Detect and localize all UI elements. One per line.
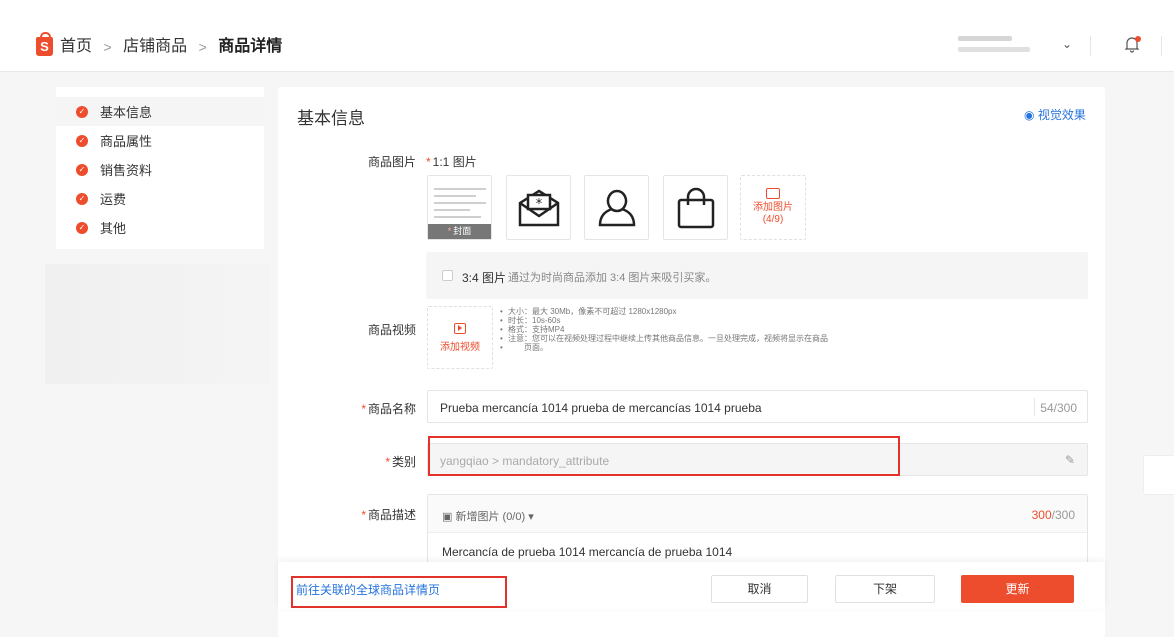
image-thumbnail-person[interactable] — [584, 175, 649, 240]
video-rule: 大小：最大 30Mb，像素不可超过 1280x1280px — [500, 307, 828, 316]
description-counter: 300/300 — [1031, 508, 1075, 522]
mail-icon: * — [518, 189, 560, 227]
document-preview-icon — [434, 188, 486, 223]
cancel-button[interactable]: 取消 — [711, 575, 808, 603]
breadcrumb-separator-icon: > — [198, 39, 207, 55]
breadcrumb-current: 商品详情 — [218, 38, 283, 55]
images-label: 商品图片 — [367, 155, 416, 169]
nav-item-label: 其他 — [100, 221, 127, 236]
preview-link[interactable]: ◉ 视觉效果 — [1024, 106, 1086, 123]
add-video-button[interactable]: 添加视频 — [427, 306, 493, 369]
video-rule: 时长：10s-60s — [500, 316, 828, 325]
shopping-bag-icon — [677, 187, 715, 229]
nav-item-others[interactable]: ✓ 其他 — [56, 213, 264, 242]
video-play-icon — [454, 323, 466, 334]
global-link-highlight-box — [291, 576, 507, 608]
check-circle-icon: ✓ — [76, 221, 88, 234]
video-requirements: 大小：最大 30Mb，像素不可超过 1280x1280px 时长：10s-60s… — [500, 307, 828, 352]
nav-item-label: 销售资料 — [100, 163, 153, 178]
breadcrumb-products[interactable]: 店铺商品 — [123, 38, 187, 55]
section-title: 基本信息 — [297, 109, 365, 128]
background-panel — [45, 264, 270, 384]
notification-dot — [1135, 36, 1141, 42]
side-handle[interactable] — [1143, 455, 1174, 495]
chevron-down-icon[interactable]: ⌄ — [1062, 37, 1072, 51]
product-name-value: Prueba mercancía 1014 prueba de mercancí… — [440, 401, 762, 415]
image-ratio-tag: * 1:1 图片 — [426, 155, 477, 169]
section-nav: ✓ 基本信息 ✓ 商品属性 ✓ 销售资料 ✓ 运费 ✓ 其他 — [56, 87, 264, 249]
top-bar: S 首页 > 店铺商品 > 商品详情 ⌄ — [0, 0, 1174, 72]
basic-info-panel: 基本信息 ◉ 视觉效果 商品图片 * 1:1 图片 * 封面 * 添加图片 (4… — [278, 87, 1105, 637]
add-image-count: (4/9) — [762, 214, 784, 225]
ratio-34-label: 3:4 图片 — [462, 271, 507, 285]
video-rule: 页面。 — [500, 343, 828, 352]
ratio-34-hint: 通过为时尚商品添加 3:4 图片来吸引买家。 — [508, 272, 717, 284]
divider — [1034, 398, 1035, 416]
nav-item-attributes[interactable]: ✓ 商品属性 — [56, 126, 264, 155]
category-highlight-box — [428, 436, 900, 476]
check-circle-icon: ✓ — [76, 134, 88, 147]
image-icon: ▣ — [442, 511, 453, 523]
ratio-34-checkbox[interactable] — [442, 270, 453, 281]
check-circle-icon: ✓ — [76, 105, 88, 118]
notification-bell-icon[interactable] — [1124, 36, 1144, 56]
nav-item-sales-info[interactable]: ✓ 销售资料 — [56, 155, 264, 184]
video-rule: 注意：您可以在视频处理过程中继续上传其他商品信息。一旦处理完成，视频将显示在商品 — [500, 334, 828, 343]
product-name-input[interactable]: Prueba mercancía 1014 prueba de mercancí… — [427, 390, 1088, 423]
add-image-icon — [766, 188, 780, 199]
edit-pencil-icon[interactable]: ✎ — [1065, 453, 1075, 467]
name-label: * 商品名称 — [361, 402, 416, 416]
page: S 首页 > 店铺商品 > 商品详情 ⌄ ✓ 基本信息 ✓ 商品属性 ✓ 销售资… — [0, 0, 1174, 637]
insert-image-dropdown[interactable]: ▣ 新增图片 (0/0) ▾ — [442, 508, 534, 524]
image-thumbnail-bag[interactable] — [663, 175, 728, 240]
nav-item-shipping[interactable]: ✓ 运费 — [56, 184, 264, 213]
description-text: Mercancía de prueba 1014 mercancía de pr… — [442, 545, 733, 559]
add-image-label: 添加图片 — [753, 202, 793, 213]
divider — [1161, 36, 1162, 56]
svg-text:*: * — [536, 197, 543, 212]
cover-image-thumbnail[interactable]: * 封面 — [427, 175, 492, 240]
add-video-label: 添加视频 — [440, 342, 480, 353]
check-circle-icon: ✓ — [76, 192, 88, 205]
nav-item-label: 基本信息 — [100, 105, 153, 120]
eye-icon: ◉ — [1024, 108, 1035, 122]
breadcrumb: 首页 > 店铺商品 > 商品详情 — [60, 37, 282, 57]
shopee-logo-icon[interactable]: S — [36, 32, 53, 56]
account-switcher[interactable] — [958, 36, 1030, 52]
ratio-34-option: 3:4 图片 通过为时尚商品添加 3:4 图片来吸引买家。 — [426, 252, 1088, 299]
video-label: 商品视频 — [367, 323, 416, 337]
cover-badge: * 封面 — [428, 224, 491, 239]
person-icon — [598, 189, 636, 227]
delist-button[interactable]: 下架 — [835, 575, 935, 603]
update-button[interactable]: 更新 — [961, 575, 1074, 603]
product-name-counter: 54/300 — [1040, 401, 1077, 415]
nav-item-label: 商品属性 — [100, 134, 153, 149]
caret-down-icon: ▾ — [528, 511, 534, 523]
divider — [1090, 36, 1091, 56]
nav-item-basic-info[interactable]: ✓ 基本信息 — [56, 97, 264, 126]
category-label: * 类别 — [385, 455, 416, 469]
add-image-button[interactable]: 添加图片 (4/9) — [740, 175, 806, 240]
breadcrumb-home[interactable]: 首页 — [60, 38, 92, 55]
description-toolbar: ▣ 新增图片 (0/0) ▾ 300/300 — [428, 495, 1087, 533]
image-thumbnail-mail[interactable]: * — [506, 175, 571, 240]
video-rule: 格式：支持MP4 — [500, 325, 828, 334]
preview-label: 视觉效果 — [1037, 108, 1086, 122]
description-label: * 商品描述 — [361, 508, 416, 522]
check-circle-icon: ✓ — [76, 163, 88, 176]
breadcrumb-separator-icon: > — [103, 39, 112, 55]
nav-item-label: 运费 — [100, 192, 127, 207]
